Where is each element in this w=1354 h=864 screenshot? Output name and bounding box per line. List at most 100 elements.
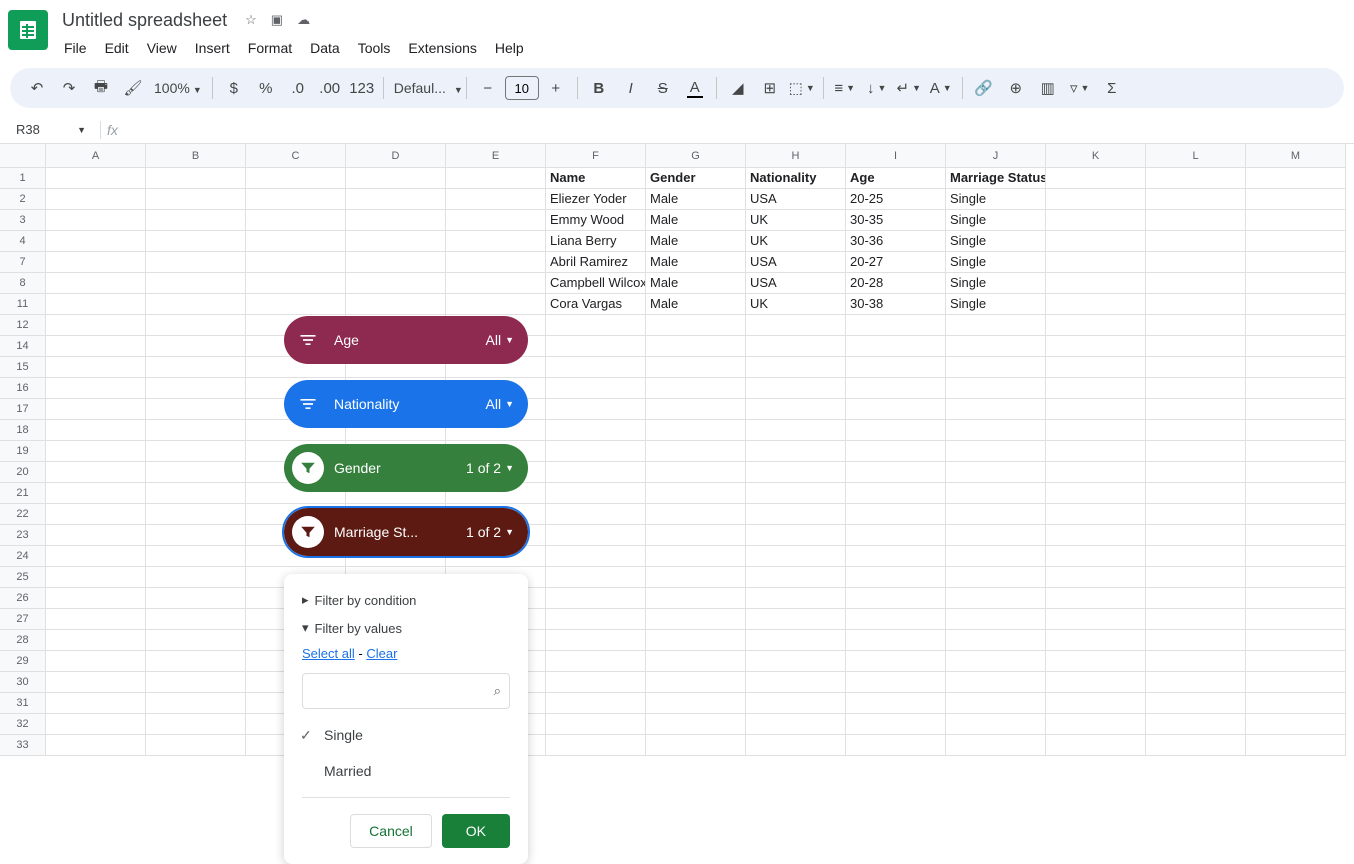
- cell-K7[interactable]: [1046, 252, 1146, 273]
- cell-L18[interactable]: [1146, 420, 1246, 441]
- select-all-link[interactable]: Select all: [302, 646, 355, 661]
- cell-A14[interactable]: [46, 336, 146, 357]
- cell-L25[interactable]: [1146, 567, 1246, 588]
- cell-B33[interactable]: [146, 735, 246, 756]
- cell-G19[interactable]: [646, 441, 746, 462]
- cell-K18[interactable]: [1046, 420, 1146, 441]
- cell-F24[interactable]: [546, 546, 646, 567]
- cell-G22[interactable]: [646, 504, 746, 525]
- cell-I20[interactable]: [846, 462, 946, 483]
- cell-G4[interactable]: Male: [646, 231, 746, 252]
- cell-J29[interactable]: [946, 651, 1046, 672]
- cell-M28[interactable]: [1246, 630, 1346, 651]
- cell-J17[interactable]: [946, 399, 1046, 420]
- cell-A8[interactable]: [46, 273, 146, 294]
- cell-B21[interactable]: [146, 483, 246, 504]
- cell-J24[interactable]: [946, 546, 1046, 567]
- cell-M21[interactable]: [1246, 483, 1346, 504]
- cell-I27[interactable]: [846, 609, 946, 630]
- cell-K4[interactable]: [1046, 231, 1146, 252]
- chart-button[interactable]: ▥: [1033, 73, 1063, 103]
- bold-button[interactable]: B: [584, 73, 614, 103]
- menu-data[interactable]: Data: [302, 36, 348, 60]
- cell-B30[interactable]: [146, 672, 246, 693]
- cell-H14[interactable]: [746, 336, 846, 357]
- cell-K17[interactable]: [1046, 399, 1146, 420]
- cell-L11[interactable]: [1146, 294, 1246, 315]
- cell-J15[interactable]: [946, 357, 1046, 378]
- cell-F4[interactable]: Liana Berry: [546, 231, 646, 252]
- cell-J12[interactable]: [946, 315, 1046, 336]
- cell-A2[interactable]: [46, 189, 146, 210]
- row-header-1[interactable]: 1: [0, 168, 46, 189]
- filter-button[interactable]: ▿▼: [1065, 73, 1095, 103]
- cell-A19[interactable]: [46, 441, 146, 462]
- cell-F28[interactable]: [546, 630, 646, 651]
- font-select[interactable]: Defaul...▼: [390, 80, 460, 96]
- decrease-font-button[interactable]: −: [473, 73, 503, 103]
- row-header-20[interactable]: 20: [0, 462, 46, 483]
- cell-I21[interactable]: [846, 483, 946, 504]
- cell-E8[interactable]: [446, 273, 546, 294]
- row-header-26[interactable]: 26: [0, 588, 46, 609]
- row-header-19[interactable]: 19: [0, 441, 46, 462]
- cell-L15[interactable]: [1146, 357, 1246, 378]
- col-header-K[interactable]: K: [1046, 144, 1146, 168]
- cell-H27[interactable]: [746, 609, 846, 630]
- cell-F19[interactable]: [546, 441, 646, 462]
- cell-B4[interactable]: [146, 231, 246, 252]
- cell-B20[interactable]: [146, 462, 246, 483]
- grid[interactable]: ABCDEFGHIJKLM 12347811121415161718192021…: [0, 144, 1354, 734]
- cell-I19[interactable]: [846, 441, 946, 462]
- cell-A1[interactable]: [46, 168, 146, 189]
- cell-K25[interactable]: [1046, 567, 1146, 588]
- filter-search[interactable]: ⌕: [302, 673, 510, 709]
- cell-L31[interactable]: [1146, 693, 1246, 714]
- cell-L19[interactable]: [1146, 441, 1246, 462]
- cell-L14[interactable]: [1146, 336, 1246, 357]
- cell-J1[interactable]: Marriage Status: [946, 168, 1046, 189]
- cell-G26[interactable]: [646, 588, 746, 609]
- cloud-icon[interactable]: ☁: [297, 12, 310, 28]
- cell-J22[interactable]: [946, 504, 1046, 525]
- cell-I33[interactable]: [846, 735, 946, 756]
- cell-H18[interactable]: [746, 420, 846, 441]
- col-header-A[interactable]: A: [46, 144, 146, 168]
- cell-F12[interactable]: [546, 315, 646, 336]
- cell-F14[interactable]: [546, 336, 646, 357]
- cell-D2[interactable]: [346, 189, 446, 210]
- cell-A16[interactable]: [46, 378, 146, 399]
- cell-H26[interactable]: [746, 588, 846, 609]
- cell-A18[interactable]: [46, 420, 146, 441]
- cell-M24[interactable]: [1246, 546, 1346, 567]
- slicer-nationality[interactable]: NationalityAll▼: [284, 380, 528, 428]
- cell-H4[interactable]: UK: [746, 231, 846, 252]
- cell-B22[interactable]: [146, 504, 246, 525]
- cell-J30[interactable]: [946, 672, 1046, 693]
- cell-K19[interactable]: [1046, 441, 1146, 462]
- cell-I26[interactable]: [846, 588, 946, 609]
- cell-F22[interactable]: [546, 504, 646, 525]
- cell-G18[interactable]: [646, 420, 746, 441]
- text-color-button[interactable]: A: [680, 73, 710, 103]
- cell-J11[interactable]: Single: [946, 294, 1046, 315]
- cell-H12[interactable]: [746, 315, 846, 336]
- cell-B2[interactable]: [146, 189, 246, 210]
- cell-J14[interactable]: [946, 336, 1046, 357]
- cell-F27[interactable]: [546, 609, 646, 630]
- row-header-3[interactable]: 3: [0, 210, 46, 231]
- cell-G7[interactable]: Male: [646, 252, 746, 273]
- cell-J3[interactable]: Single: [946, 210, 1046, 231]
- row-header-33[interactable]: 33: [0, 735, 46, 756]
- cell-M23[interactable]: [1246, 525, 1346, 546]
- row-header-2[interactable]: 2: [0, 189, 46, 210]
- cell-H15[interactable]: [746, 357, 846, 378]
- cell-L8[interactable]: [1146, 273, 1246, 294]
- cell-D11[interactable]: [346, 294, 446, 315]
- col-header-D[interactable]: D: [346, 144, 446, 168]
- functions-button[interactable]: Σ: [1097, 73, 1127, 103]
- cell-H2[interactable]: USA: [746, 189, 846, 210]
- cell-M18[interactable]: [1246, 420, 1346, 441]
- cell-C2[interactable]: [246, 189, 346, 210]
- col-header-M[interactable]: M: [1246, 144, 1346, 168]
